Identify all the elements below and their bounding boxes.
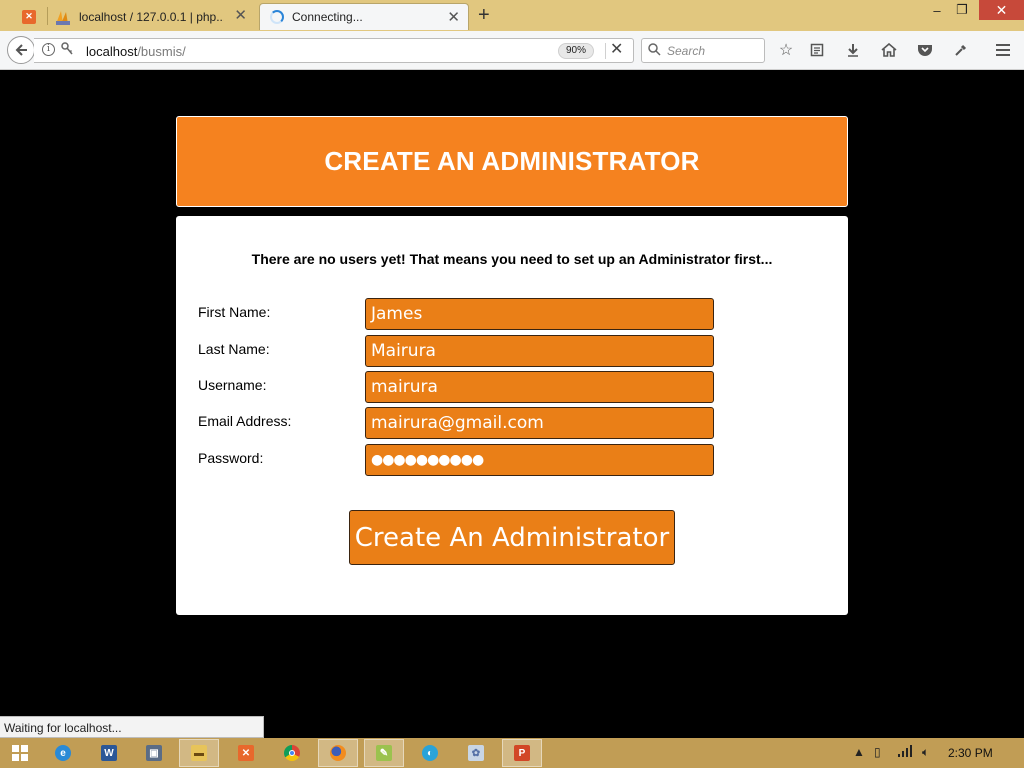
taskbar-word[interactable]: W (89, 739, 129, 767)
close-tab-icon[interactable]: ✕ (447, 10, 460, 26)
menu-hamburger-icon[interactable] (993, 40, 1013, 60)
tab-connecting[interactable]: Connecting... ✕ (259, 3, 469, 30)
show-hidden-icons-icon[interactable]: ▲ (853, 745, 865, 759)
url-bar[interactable]: i localhost/busmis/ 90% ✕ (34, 38, 634, 63)
first-name-input[interactable]: James (365, 298, 714, 330)
email-row: Email Address: mairura@gmail.com (176, 407, 848, 440)
close-window-button[interactable]: ✕ (979, 0, 1024, 20)
minimize-button[interactable]: – (928, 0, 946, 20)
home-icon[interactable] (879, 40, 899, 60)
email-label: Email Address: (198, 413, 292, 429)
network-icon: ▣ (146, 745, 162, 761)
intro-message: There are no users yet! That means you n… (251, 251, 773, 267)
taskbar-xampp[interactable]: ✕ (226, 739, 266, 767)
phpmyadmin-icon (55, 9, 71, 25)
search-icon (648, 43, 661, 61)
username-row: Username: mairura (176, 371, 848, 404)
taskbar-notepad[interactable]: ✎ (364, 739, 404, 767)
stop-loading-icon[interactable]: ✕ (610, 41, 623, 59)
key-icon[interactable] (61, 42, 73, 59)
admin-form: There are no users yet! That means you n… (176, 216, 848, 615)
username-label: Username: (198, 377, 267, 393)
taskbar-powerpoint[interactable]: P (502, 739, 542, 767)
url-host: localhost (86, 44, 138, 59)
password-label: Password: (198, 450, 264, 466)
downloads-icon[interactable] (843, 40, 863, 60)
info-icon[interactable]: i (42, 43, 55, 56)
zoom-indicator[interactable]: 90% (558, 43, 595, 59)
folder-icon: ▬ (191, 745, 207, 761)
taskbar-firefox[interactable] (318, 739, 358, 767)
search-placeholder: Search (667, 44, 706, 58)
powerpoint-icon: P (514, 745, 530, 761)
taskbar-browser[interactable]: ◐ (410, 739, 450, 767)
page-title: CREATE AN ADMINISTRATOR (324, 146, 700, 176)
bookmark-star-icon[interactable]: ☆ (776, 40, 796, 60)
volume-icon[interactable]: 🔈︎ (922, 745, 929, 760)
loading-spinner-icon (270, 10, 284, 24)
taskbar-paint[interactable]: ✿ (456, 739, 496, 767)
create-administrator-button[interactable]: Create An Administrator (349, 510, 675, 565)
last-name-row: Last Name: Mairura (176, 335, 848, 368)
internet-explorer-icon: e (55, 745, 71, 761)
page-content: CREATE AN ADMINISTRATOR There are no use… (0, 71, 1024, 716)
notepad-icon: ✎ (376, 745, 392, 761)
search-bar[interactable]: Search (641, 38, 765, 63)
back-arrow-icon (15, 44, 27, 56)
taskbar-chrome[interactable] (272, 739, 312, 767)
globe-browser-icon: ◐ (422, 745, 438, 761)
paint-icon: ✿ (468, 745, 484, 761)
new-tab-button[interactable]: + (478, 4, 490, 26)
password-row: Password: ●●●●●●●●●● (176, 444, 848, 477)
signal-icon[interactable] (898, 745, 912, 760)
loading-status: Waiting for localhost... (0, 716, 264, 738)
username-input[interactable]: mairura (365, 371, 714, 403)
tab-xampp[interactable]: ✕ (22, 3, 44, 30)
taskbar-network[interactable]: ▣ (134, 739, 174, 767)
taskbar-clock[interactable]: 2:30 PM (948, 746, 993, 760)
firefox-icon (330, 745, 346, 761)
navigation-bar: i localhost/busmis/ 90% ✕ Search ☆ (0, 31, 1024, 70)
url-separator (605, 43, 606, 59)
windows-logo-icon (12, 745, 28, 761)
page-header: CREATE AN ADMINISTRATOR (176, 116, 848, 207)
last-name-label: Last Name: (198, 341, 270, 357)
url-text[interactable]: localhost/busmis/ (86, 44, 186, 59)
taskbar-file-explorer[interactable]: ▬ (179, 739, 219, 767)
windows-taskbar: e W ▣ ▬ ✕ ✎ ◐ ✿ P ▲ ▯ 🔈︎ 2:30 PM (0, 738, 1024, 768)
tab-label: Connecting... (292, 10, 363, 24)
password-input[interactable]: ●●●●●●●●●● (365, 444, 714, 476)
first-name-row: First Name: James (176, 298, 848, 331)
xampp-icon: ✕ (238, 745, 254, 761)
url-path: /busmis/ (137, 44, 186, 59)
chrome-icon (284, 745, 300, 761)
tab-label: localhost / 127.0.0.1 | php... (79, 9, 224, 24)
word-icon: W (101, 745, 117, 761)
close-tab-icon[interactable]: ✕ (234, 8, 247, 24)
eyedropper-icon[interactable] (951, 40, 971, 60)
back-button[interactable] (7, 36, 35, 64)
tab-phpmyadmin[interactable]: localhost / 127.0.0.1 | php... ✕ (55, 3, 255, 30)
browser-tab-strip: ✕ localhost / 127.0.0.1 | php... ✕ Conne… (0, 0, 1024, 31)
email-input[interactable]: mairura@gmail.com (365, 407, 714, 439)
restore-button[interactable]: ❐ (953, 0, 971, 20)
start-button[interactable] (0, 739, 40, 767)
xampp-icon: ✕ (22, 9, 36, 24)
first-name-label: First Name: (198, 304, 271, 320)
power-icon[interactable]: ▯ (874, 745, 881, 759)
tab-separator (47, 7, 48, 25)
pocket-icon[interactable] (915, 40, 935, 60)
taskbar-internet-explorer[interactable]: e (43, 739, 83, 767)
reading-list-icon[interactable] (807, 40, 827, 60)
last-name-input[interactable]: Mairura (365, 335, 714, 367)
